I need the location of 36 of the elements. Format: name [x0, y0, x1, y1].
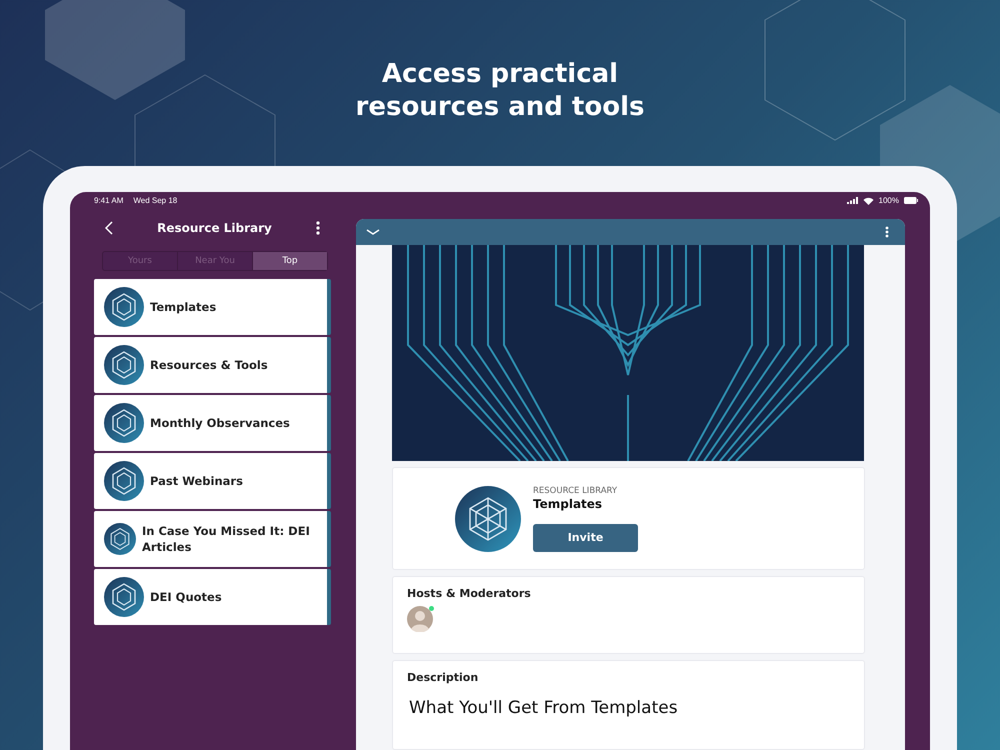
- signal-icon: [846, 197, 858, 204]
- chevron-down-icon[interactable]: [366, 229, 380, 235]
- resource-list-item[interactable]: Monthly Observances: [94, 395, 331, 451]
- hexagon-badge-icon: [104, 461, 144, 501]
- item-label: Templates: [150, 299, 216, 315]
- section-heading: Hosts & Moderators: [407, 587, 532, 600]
- more-icon[interactable]: [316, 221, 320, 235]
- hexagon-badge-icon: [104, 577, 144, 617]
- battery-icon: [904, 197, 918, 204]
- hexagon-badge-icon: [104, 287, 144, 327]
- resource-list-item[interactable]: Past Webinars: [94, 453, 331, 509]
- item-label: In Case You Missed It: DEI Articles: [142, 523, 311, 555]
- resource-list-item[interactable]: In Case You Missed It: DEI Articles: [94, 511, 331, 567]
- hexagon-badge-icon: [104, 345, 144, 385]
- item-label: Resources & Tools: [150, 357, 268, 373]
- resource-list-item[interactable]: Templates: [94, 279, 331, 335]
- more-icon[interactable]: [885, 226, 889, 238]
- section-heading: Description: [407, 671, 480, 684]
- resource-title: Templates: [533, 496, 602, 510]
- status-date: Wed Sep 18: [133, 196, 178, 205]
- back-icon[interactable]: [105, 221, 113, 235]
- description-title: What You'll Get From Templates: [409, 698, 679, 718]
- status-time: 9:41 AM: [94, 196, 124, 205]
- category-label: RESOURCE LIBRARY: [533, 486, 618, 496]
- resource-list-item[interactable]: Resources & Tools: [94, 337, 331, 393]
- invite-button[interactable]: Invite: [533, 524, 638, 552]
- headline: Access practical resources and tools: [354, 58, 646, 124]
- item-label: Monthly Observances: [150, 415, 290, 431]
- battery-percent: 100%: [878, 196, 899, 205]
- panel-title: Resource Library: [157, 221, 272, 235]
- hexagon-badge-icon: [104, 403, 144, 443]
- segment-tab[interactable]: Top: [253, 252, 327, 270]
- resource-list-item[interactable]: DEI Quotes: [94, 569, 331, 625]
- item-label: DEI Quotes: [150, 589, 222, 605]
- item-label: Past Webinars: [150, 473, 243, 489]
- wifi-icon: [862, 196, 874, 204]
